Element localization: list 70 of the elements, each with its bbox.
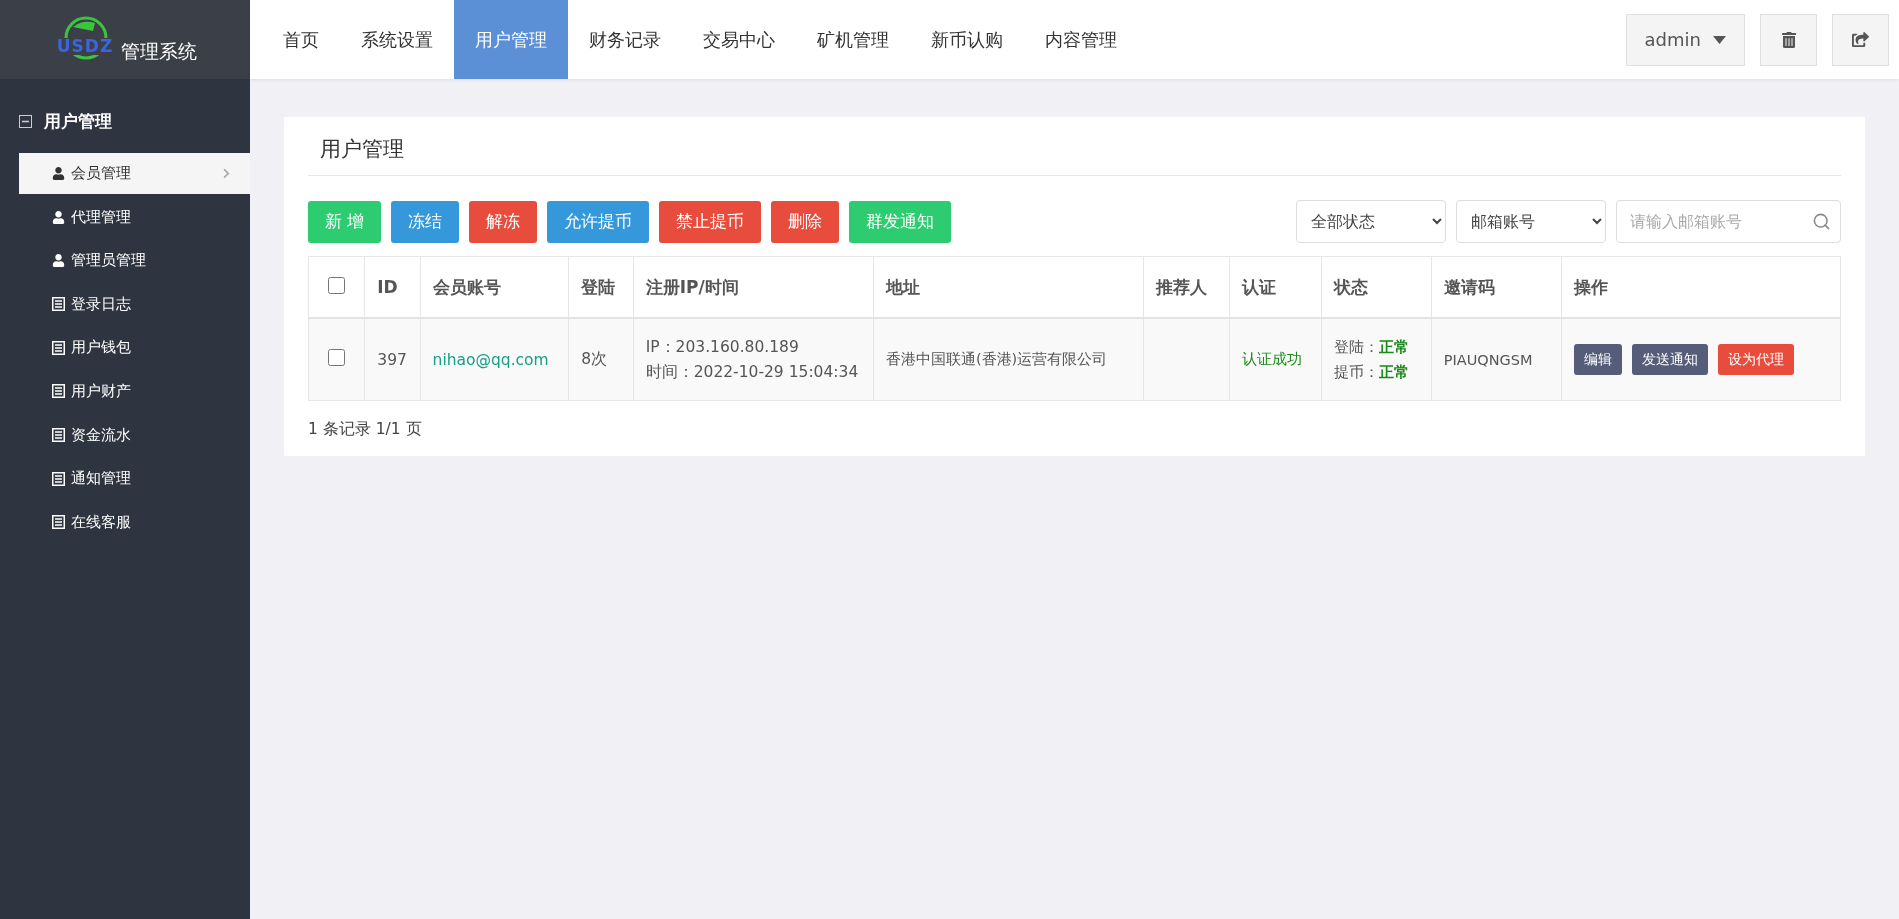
login-count: 8次	[581, 350, 608, 368]
share-button[interactable]	[1832, 13, 1889, 66]
sidebar-item[interactable]: 登录日志	[19, 283, 250, 325]
time-text: 时间：2022-10-29 15:04:34	[645, 362, 859, 381]
sidebar-item[interactable]: 通知管理	[19, 458, 250, 500]
column-header: 认证	[1241, 276, 1276, 297]
collapse-icon[interactable]	[19, 114, 32, 128]
auth-status: 认证成功	[1241, 351, 1302, 367]
toolbar-button[interactable]: 禁止提币	[659, 200, 762, 243]
address-text: 香港中国联通(香港)运营有限公司	[885, 351, 1108, 367]
caret-icon	[1713, 35, 1726, 44]
nav-tab[interactable]: 矿机管理	[796, 0, 910, 79]
sidebar-item[interactable]: 在线客服	[19, 501, 250, 543]
sidebar-item[interactable]: 用户钱包	[19, 327, 250, 369]
share-icon	[1852, 31, 1869, 48]
trash-button[interactable]	[1760, 13, 1817, 66]
chevron-icon	[221, 168, 232, 179]
status-label: 提币：	[1334, 363, 1380, 380]
select-all-checkbox[interactable]	[328, 276, 346, 294]
sidebar-item[interactable]: 管理员管理	[19, 240, 250, 282]
column-header: 地址	[885, 276, 920, 297]
row-action-button[interactable]: 设为代理	[1718, 344, 1795, 375]
list-icon	[52, 471, 65, 486]
nav-tab[interactable]: 新币认购	[910, 0, 1024, 79]
toolbar-button[interactable]: 删除	[771, 200, 840, 243]
list-icon	[52, 515, 65, 530]
toolbar-button[interactable]: 解冻	[469, 200, 538, 243]
nav-tab[interactable]: 交易中心	[682, 0, 796, 79]
sidebar-item[interactable]: 代理管理	[19, 196, 250, 238]
sidebar-item[interactable]: 会员管理	[19, 153, 250, 194]
column-header: 状态	[1334, 276, 1369, 297]
list-icon	[52, 384, 65, 399]
column-header: ID	[377, 277, 398, 297]
status-value: 正常	[1379, 363, 1410, 380]
column-header: 会员账号	[432, 276, 501, 297]
column-header: 注册IP/时间	[645, 276, 739, 297]
trash-icon	[1780, 31, 1797, 48]
nav-tab[interactable]: 财务记录	[568, 0, 682, 79]
pagination-text: 1 条记录 1/1 页	[308, 420, 422, 438]
user-icon	[52, 167, 65, 180]
user-menu-button[interactable]: admin	[1625, 13, 1745, 66]
nav-tab[interactable]: 内容管理	[1024, 0, 1138, 79]
nav-tab[interactable]: 系统设置	[340, 0, 454, 79]
sidebar-item[interactable]: 资金流水	[19, 414, 250, 456]
column-header: 邀请码	[1443, 276, 1495, 297]
status-value: 正常	[1379, 338, 1410, 355]
sidebar-item[interactable]: 用户财产	[19, 370, 250, 412]
status-label: 登陆：	[1334, 338, 1380, 355]
search-field[interactable]: 请输入邮箱账号	[1616, 200, 1841, 243]
row-checkbox[interactable]	[328, 349, 346, 366]
column-header: 登陆	[581, 276, 616, 297]
logo-title: 管理系统	[121, 38, 197, 64]
row-action-button[interactable]: 编辑	[1574, 344, 1623, 375]
filter-select[interactable]: 全部状态	[1296, 200, 1446, 243]
column-header: 操作	[1574, 276, 1609, 297]
filter-select[interactable]: 邮箱账号	[1456, 200, 1606, 243]
ip-text: IP：203.160.80.189	[645, 337, 799, 356]
nav-tab[interactable]: 首页	[262, 0, 340, 79]
list-icon	[52, 340, 65, 355]
sidebar-group-title: 用户管理	[44, 109, 112, 133]
column-header: 推荐人	[1156, 276, 1208, 297]
row-action-button[interactable]: 发送通知	[1632, 344, 1709, 375]
list-icon	[52, 428, 65, 443]
invite-code: PIAUQNGSM	[1443, 351, 1533, 368]
user-icon	[52, 254, 65, 268]
list-icon	[52, 297, 65, 312]
id-cell: 397	[377, 350, 407, 369]
search-icon	[1812, 212, 1831, 231]
page-title: 用户管理	[308, 117, 1841, 176]
user-icon	[52, 210, 65, 224]
